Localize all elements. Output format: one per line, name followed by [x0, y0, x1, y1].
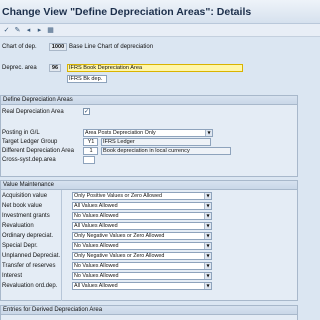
toolbar: ✓ ✎ ◂ ▸ ▦: [0, 24, 320, 37]
entries-section: Entries for Derived Depreciation Area: [0, 305, 298, 320]
value-row-label: Investment grants: [2, 213, 50, 219]
value-row-value: No Values Allowed: [74, 243, 119, 249]
value-row-label: Unplanned Depreciat.: [2, 253, 61, 259]
value-row-value: No Values Allowed: [74, 273, 119, 279]
define-section-title: Define Depreciation Areas: [1, 96, 297, 105]
area-short-field[interactable]: IFRS Bk dep.: [67, 75, 107, 83]
value-row-label: Special Depr.: [2, 243, 38, 249]
value-row-label: Interest: [2, 273, 23, 279]
ledger-label: Target Ledger Group: [2, 139, 58, 145]
value-row-dropdown[interactable]: Only Negative Values or Zero Allowed ▼: [72, 232, 212, 240]
next-icon[interactable]: ▸: [35, 26, 44, 34]
value-row-dropdown[interactable]: No Values Allowed ▼: [72, 272, 212, 280]
diff-area-description: Book depreciation in local currency: [101, 147, 231, 155]
edit-icon[interactable]: ✎: [13, 26, 22, 34]
chevron-down-icon: ▼: [204, 203, 211, 209]
value-row-label: Ordinary depreciat.: [2, 233, 54, 239]
real-area-label: Real Depreciation Area: [2, 109, 64, 115]
chevron-down-icon: ▼: [204, 263, 211, 269]
value-row-dropdown[interactable]: No Values Allowed ▼: [72, 262, 212, 270]
chevron-down-icon: ▼: [204, 223, 211, 229]
chevron-down-icon: ▼: [205, 130, 212, 136]
value-row-value: Only Positive Values or Zero Allowed: [74, 193, 162, 199]
chart-value: 1000: [49, 43, 67, 51]
value-row-value: Only Negative Values or Zero Allowed: [74, 233, 165, 239]
value-row-dropdown[interactable]: All Values Allowed ▼: [72, 282, 212, 290]
chart-description: Base Line Chart of depreciation: [69, 44, 154, 50]
value-row-value: No Values Allowed: [74, 213, 119, 219]
cross-system-label: Cross-syst.dep.area: [2, 157, 56, 163]
value-row-label: Net book value: [2, 203, 43, 209]
diff-area-label: Different Depreciation Area: [2, 148, 74, 154]
value-row-dropdown[interactable]: Only Positive Values or Zero Allowed ▼: [72, 192, 212, 200]
value-row-label: Revaluation ord.dep.: [2, 283, 58, 289]
value-row-dropdown[interactable]: No Values Allowed ▼: [72, 212, 212, 220]
ledger-key-field[interactable]: Y1: [83, 138, 98, 146]
chevron-down-icon: ▼: [204, 283, 211, 289]
area-name-field[interactable]: IFRS Book Depreciation Area: [67, 64, 243, 72]
chevron-down-icon: ▼: [204, 213, 211, 219]
value-row-value: All Values Allowed: [74, 283, 118, 289]
chevron-down-icon: ▼: [204, 233, 211, 239]
entries-section-title: Entries for Derived Depreciation Area: [1, 306, 297, 315]
value-row-value: Only Negative Values or Zero Allowed: [74, 253, 165, 259]
value-maintenance-title: Value Maintenance: [1, 181, 297, 190]
posting-value: Area Posts Depreciation Only: [85, 130, 156, 136]
cross-system-field[interactable]: [83, 156, 95, 164]
area-value: 96: [49, 64, 61, 72]
checkmark-icon: ✓: [84, 108, 90, 115]
prev-icon[interactable]: ◂: [24, 26, 33, 34]
diff-area-key-field[interactable]: 1: [83, 147, 98, 155]
area-label: Deprec. area: [2, 65, 37, 71]
chart-label: Chart of dep.: [2, 44, 37, 50]
title-bar: Change View "Define Depreciation Areas":…: [0, 0, 320, 24]
value-row-label: Revaluation: [2, 223, 34, 229]
real-area-checkbox[interactable]: ✓: [83, 108, 90, 115]
ledger-description: IFRS Ledger: [101, 138, 211, 146]
value-maintenance-section: Value Maintenance Acquisition value Only…: [0, 180, 298, 301]
value-row-dropdown[interactable]: Only Negative Values or Zero Allowed ▼: [72, 252, 212, 260]
value-row-value: All Values Allowed: [74, 223, 118, 229]
value-row-label: Acquisition value: [2, 193, 48, 199]
chevron-down-icon: ▼: [204, 253, 211, 259]
other-icon[interactable]: ▦: [46, 26, 55, 34]
value-row-dropdown[interactable]: All Values Allowed ▼: [72, 202, 212, 210]
value-row-dropdown[interactable]: All Values Allowed ▼: [72, 222, 212, 230]
check-icon[interactable]: ✓: [2, 26, 11, 34]
page-title: Change View "Define Depreciation Areas":…: [2, 6, 252, 18]
value-row-label: Transfer of reserves: [2, 263, 56, 269]
value-row-value: No Values Allowed: [74, 263, 119, 269]
chevron-down-icon: ▼: [204, 193, 211, 199]
column-divider: [61, 190, 62, 301]
define-section: Define Depreciation Areas Real Depreciat…: [0, 95, 298, 177]
chevron-down-icon: ▼: [204, 273, 211, 279]
posting-label: Posting in G/L: [2, 130, 40, 136]
value-row-dropdown[interactable]: No Values Allowed ▼: [72, 242, 212, 250]
value-row-value: All Values Allowed: [74, 203, 118, 209]
chevron-down-icon: ▼: [204, 243, 211, 249]
posting-dropdown[interactable]: Area Posts Depreciation Only ▼: [83, 129, 213, 137]
